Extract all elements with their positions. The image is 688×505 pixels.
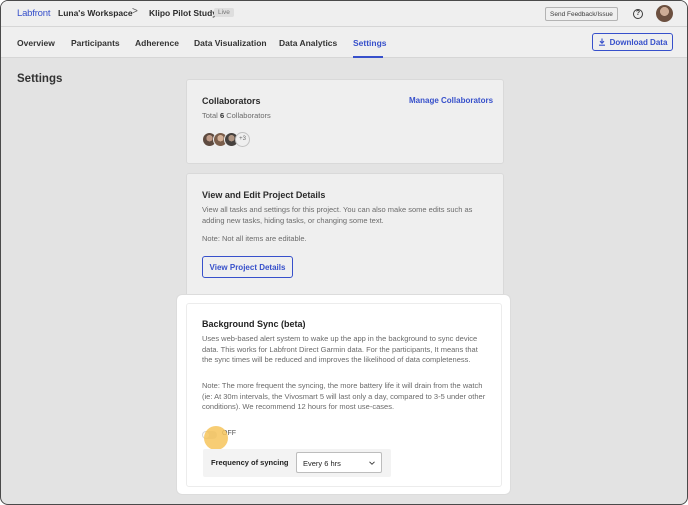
frequency-value: Every 6 hrs <box>303 459 341 468</box>
background-sync-highlight: Background Sync (beta) Uses web-based al… <box>177 295 510 494</box>
click-indicator <box>204 426 228 450</box>
chevron-down-icon <box>369 461 375 465</box>
app-window: Labfront Luna's Workspace > Klipo Pilot … <box>0 0 688 505</box>
background-sync-title: Background Sync (beta) <box>202 319 306 329</box>
frequency-row: Frequency of syncing Every 6 hrs <box>203 449 391 477</box>
background-sync-description: Uses web-based alert system to wake up t… <box>202 334 478 364</box>
frequency-label: Frequency of syncing <box>211 458 289 467</box>
background-sync-card: Background Sync (beta) Uses web-based al… <box>186 303 502 487</box>
frequency-select[interactable]: Every 6 hrs <box>296 452 382 473</box>
background-sync-note: Note: The more frequent the syncing, the… <box>202 381 486 411</box>
